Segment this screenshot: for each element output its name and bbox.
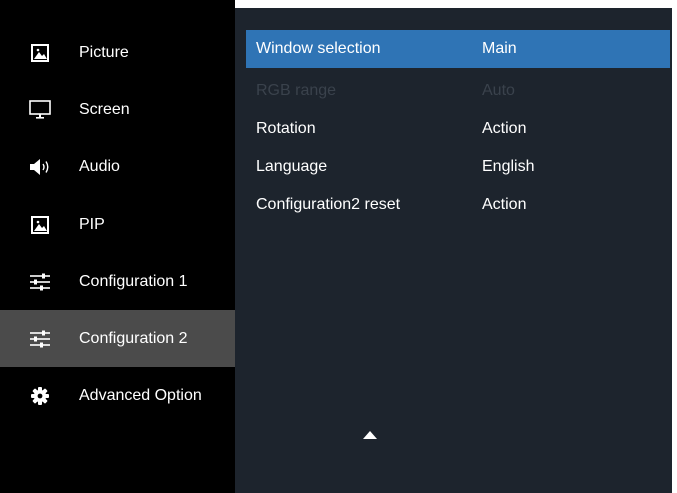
sidebar-item-audio[interactable]: Audio [0, 138, 235, 195]
triangle-up-icon[interactable] [363, 426, 377, 439]
setting-label: Configuration2 reset [256, 196, 401, 213]
setting-value: Auto [482, 82, 515, 99]
sidebar-item-label: Advanced Option [79, 386, 202, 404]
osd-menu: Picture Screen Audio PIP Configuration 1… [0, 0, 677, 493]
sidebar-item-label: Audio [79, 157, 120, 175]
setting-row-window-selection[interactable]: Window selection Main [246, 30, 670, 68]
setting-label: Language [256, 158, 328, 175]
setting-label: Rotation [256, 120, 316, 137]
sliders-icon [28, 271, 52, 293]
setting-value: English [482, 158, 535, 175]
sidebar-item-advanced-option[interactable]: Advanced Option [0, 367, 235, 424]
sidebar-item-label: Screen [79, 100, 130, 118]
setting-row-rotation[interactable]: Rotation Action [246, 110, 670, 148]
sidebar-item-label: Picture [79, 43, 129, 61]
setting-value: Action [482, 196, 527, 213]
setting-value: Action [482, 120, 527, 137]
setting-row-rgb-range: RGB range Auto [246, 72, 670, 110]
sidebar-menu: Picture Screen Audio PIP Configuration 1… [0, 0, 235, 493]
sidebar-item-screen[interactable]: Screen [0, 81, 235, 138]
sidebar-item-pip[interactable]: PIP [0, 196, 235, 253]
setting-row-configuration2-reset[interactable]: Configuration2 reset Action [246, 186, 670, 224]
picture-icon [28, 42, 52, 64]
gear-icon [28, 385, 52, 407]
setting-value: Main [482, 40, 517, 57]
sidebar-item-label: Configuration 1 [79, 272, 188, 290]
sidebar-item-configuration-2[interactable]: Configuration 2 [0, 310, 235, 367]
settings-panel: Window selection Main RGB range Auto Rot… [235, 8, 672, 493]
sidebar-item-picture[interactable]: Picture [0, 24, 235, 81]
sidebar-item-label: PIP [79, 215, 105, 233]
setting-label: Window selection [256, 40, 381, 57]
setting-row-language[interactable]: Language English [246, 148, 670, 186]
sidebar-item-label: Configuration 2 [79, 329, 188, 347]
setting-label: RGB range [256, 82, 337, 99]
sidebar-item-configuration-1[interactable]: Configuration 1 [0, 253, 235, 310]
sliders-icon [28, 328, 52, 350]
speaker-icon [28, 156, 52, 178]
picture-icon [28, 214, 52, 236]
monitor-icon [28, 99, 52, 121]
